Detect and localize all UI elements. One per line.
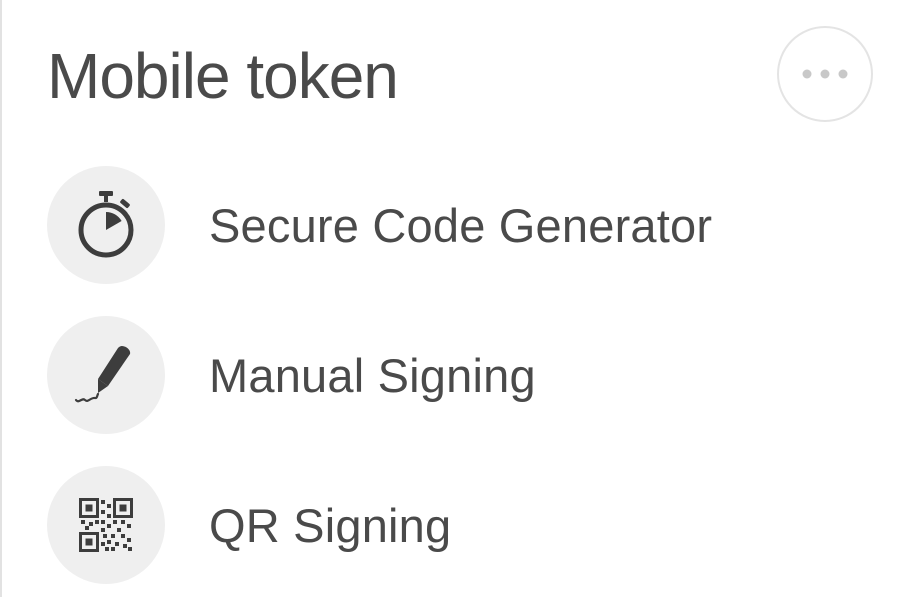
more-options-button[interactable] [777,26,873,122]
stopwatch-icon [78,191,134,258]
page-title: Mobile token [47,40,399,112]
menu-item-label: Manual Signing [209,348,536,402]
menu-item-qr-signing[interactable]: QR Signing [47,465,867,585]
menu-item-icon-circle [47,166,165,284]
qr-code-icon [79,498,133,552]
menu-item-manual-signing[interactable]: Manual Signing [47,315,867,435]
pen-icon [74,346,131,403]
more-horizontal-icon [802,69,848,79]
menu-item-secure-code-generator[interactable]: Secure Code Generator [47,165,867,285]
menu-item-icon-circle [47,316,165,434]
panel-left-border [0,0,2,597]
menu-item-label: QR Signing [209,498,452,552]
menu-item-icon-circle [47,466,165,584]
menu-item-label: Secure Code Generator [209,198,713,252]
